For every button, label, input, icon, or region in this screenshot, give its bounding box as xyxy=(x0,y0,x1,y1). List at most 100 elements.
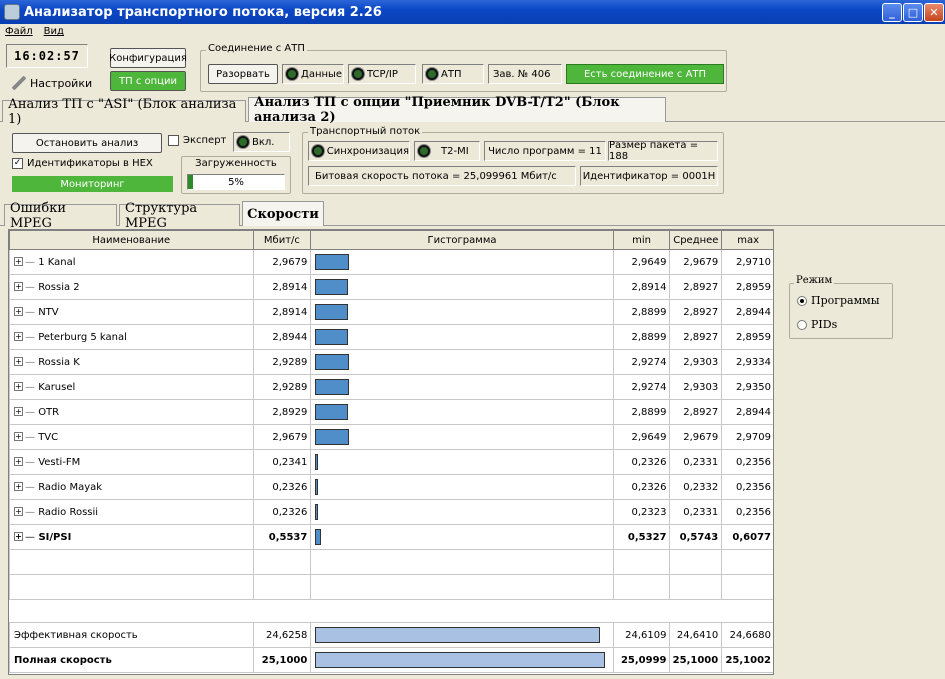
row-histogram xyxy=(310,274,614,300)
table-row[interactable]: + — Radio Rossii 0,2326 0,2323 0,2331 0,2356 xyxy=(9,499,773,525)
row-name-label: Vesti-FM xyxy=(38,456,81,468)
tab-mpeg-errors[interactable]: Ошибки MPEG xyxy=(4,201,117,231)
expand-icon[interactable]: + xyxy=(14,407,23,416)
row-rate: 0,5537 xyxy=(252,524,312,550)
expand-icon[interactable]: + xyxy=(14,307,23,316)
disconnect-button[interactable]: Разорвать xyxy=(208,64,278,84)
row-histogram xyxy=(310,399,614,425)
title-bar: Анализатор транспортного потока, версия … xyxy=(0,0,945,24)
row-name-label: 1 Kanal xyxy=(38,256,76,268)
table-row[interactable]: + — NTV 2,8914 2,8899 2,8927 2,8944 xyxy=(9,299,773,325)
table-row[interactable]: + — OTR 2,8929 2,8899 2,8927 2,8944 xyxy=(9,399,773,425)
table-row[interactable]: + — Karusel 2,9289 2,9274 2,9303 2,9350 xyxy=(9,374,773,400)
tab-rates[interactable]: Скорости xyxy=(242,201,324,226)
table-row[interactable]: + — SI/PSI 0,5537 0,5327 0,5743 0,6077 xyxy=(9,524,773,550)
empty-cell xyxy=(612,574,671,600)
table-row[interactable] xyxy=(9,574,773,600)
expand-icon[interactable]: + xyxy=(14,432,23,441)
row-name: + — Radio Mayak xyxy=(9,474,254,500)
expand-icon[interactable]: + xyxy=(14,507,23,516)
expand-icon[interactable]: + xyxy=(14,457,23,466)
row-avg: 2,8927 xyxy=(669,324,723,350)
row-min: 0,2326 xyxy=(612,474,671,500)
sync-label: Синхронизация xyxy=(326,145,409,157)
col-name[interactable]: Наименование xyxy=(9,230,254,250)
row-name-label: Karusel xyxy=(38,381,76,393)
on-label: Вкл. xyxy=(252,136,275,148)
table-row[interactable]: + — Rossia K 2,9289 2,9274 2,9303 2,9334 xyxy=(9,349,773,375)
row-min: 0,5327 xyxy=(612,524,671,550)
expand-icon[interactable]: + xyxy=(14,282,23,291)
atp-indicator: АТП xyxy=(422,64,484,84)
row-avg: 2,8927 xyxy=(669,399,723,425)
config-button[interactable]: Конфигурация xyxy=(109,48,187,68)
table-row[interactable]: + — TVC 2,9679 2,9649 2,9679 2,9709 xyxy=(9,424,773,450)
menu-view[interactable]: Вид xyxy=(44,26,64,37)
row-min: 2,8899 xyxy=(612,299,671,325)
histogram-bar xyxy=(315,479,319,495)
row-name: + — Rossia K xyxy=(9,349,254,375)
hex-label: Идентификаторы в HEX xyxy=(27,158,153,169)
row-histogram xyxy=(310,499,614,525)
expand-icon[interactable]: + xyxy=(14,357,23,366)
col-avg[interactable]: Среднее xyxy=(669,230,723,250)
col-histogram[interactable]: Гистограмма xyxy=(310,230,614,250)
table-row[interactable]: Полная скорость 25,1000 25,0999 25,1000 25,1… xyxy=(9,647,773,673)
empty-cell xyxy=(310,549,614,575)
col-min[interactable]: min xyxy=(612,230,671,250)
tab-asi[interactable]: Анализ ТП с "ASI" (Блок анализа 1) xyxy=(2,97,246,127)
row-max: 2,8944 xyxy=(721,299,773,325)
row-min: 25,0999 xyxy=(612,647,671,673)
expert-checkbox[interactable]: Эксперт xyxy=(168,135,226,146)
row-name-label: Radio Rossii xyxy=(38,506,99,518)
settings-label: Настройки xyxy=(30,76,93,90)
empty-cell xyxy=(252,574,312,600)
menu-file[interactable]: Файл xyxy=(5,26,33,37)
mode-programs-radio[interactable]: Программы xyxy=(797,294,880,307)
histogram-bar xyxy=(315,429,350,445)
maximize-button[interactable]: □ xyxy=(903,3,923,22)
minimize-button[interactable]: _ xyxy=(882,3,902,22)
led-icon xyxy=(286,68,298,80)
expert-label: Эксперт xyxy=(183,135,227,146)
row-name: Полная скорость xyxy=(9,647,254,673)
expand-icon[interactable]: + xyxy=(14,482,23,491)
expand-icon[interactable]: + xyxy=(14,332,23,341)
table-row[interactable]: Эффективная скорость 24,6258 24,6109 24,641… xyxy=(9,622,773,648)
row-rate: 2,8914 xyxy=(252,274,312,300)
empty-cell xyxy=(721,549,773,575)
close-button[interactable]: ✕ xyxy=(924,3,944,22)
table-row[interactable] xyxy=(9,549,773,575)
row-min: 2,8899 xyxy=(612,324,671,350)
tab-dvb[interactable]: Анализ ТП с опции "Приемник DVB-T/T2" (Б… xyxy=(248,95,666,125)
col-max[interactable]: max xyxy=(721,230,773,250)
settings-link[interactable]: Настройки xyxy=(12,76,92,90)
empty-cell xyxy=(9,574,254,600)
table-row[interactable]: + — 1 Kanal 2,9679 2,9649 2,9679 2,9710 xyxy=(9,249,773,275)
stop-analysis-button[interactable]: Остановить анализ xyxy=(12,133,162,153)
row-name-label: SI/PSI xyxy=(38,531,72,543)
hex-checkbox[interactable]: ✓ Идентификаторы в HEX xyxy=(12,158,153,169)
row-rate: 0,2326 xyxy=(252,474,312,500)
row-max: 0,2356 xyxy=(721,449,773,475)
table-row[interactable]: + — Radio Mayak 0,2326 0,2326 0,2332 0,2356 xyxy=(9,474,773,500)
expand-icon[interactable]: + xyxy=(14,257,23,266)
tab-mpeg-structure[interactable]: Структура MPEG xyxy=(119,201,240,231)
expand-icon[interactable]: + xyxy=(14,532,23,541)
table-row[interactable]: + — Peterburg 5 kanal 2,8944 2,8899 2,8927 2,… xyxy=(9,324,773,350)
expand-icon[interactable]: + xyxy=(14,382,23,391)
mode-pids-radio[interactable]: PIDs xyxy=(797,318,837,331)
row-max: 2,8959 xyxy=(721,274,773,300)
tcpip-label: TCP/IP xyxy=(367,68,398,80)
transport-legend: Транспортный поток xyxy=(308,126,423,137)
row-histogram xyxy=(310,622,614,648)
col-rate[interactable]: Мбит/с xyxy=(252,230,312,250)
packet-size: Размер пакета = 188 xyxy=(608,140,718,162)
table-row[interactable]: + — Rossia 2 2,8914 2,8914 2,8927 2,8959 xyxy=(9,274,773,300)
row-rate: 2,9679 xyxy=(252,424,312,450)
table-row[interactable]: + — Vesti-FM 0,2341 0,2326 0,2331 0,2356 xyxy=(9,449,773,475)
row-min: 0,2326 xyxy=(612,449,671,475)
tp-options-button[interactable]: ТП с опции xyxy=(110,71,186,91)
tree-line: — xyxy=(25,331,39,343)
empty-cell xyxy=(669,574,723,600)
